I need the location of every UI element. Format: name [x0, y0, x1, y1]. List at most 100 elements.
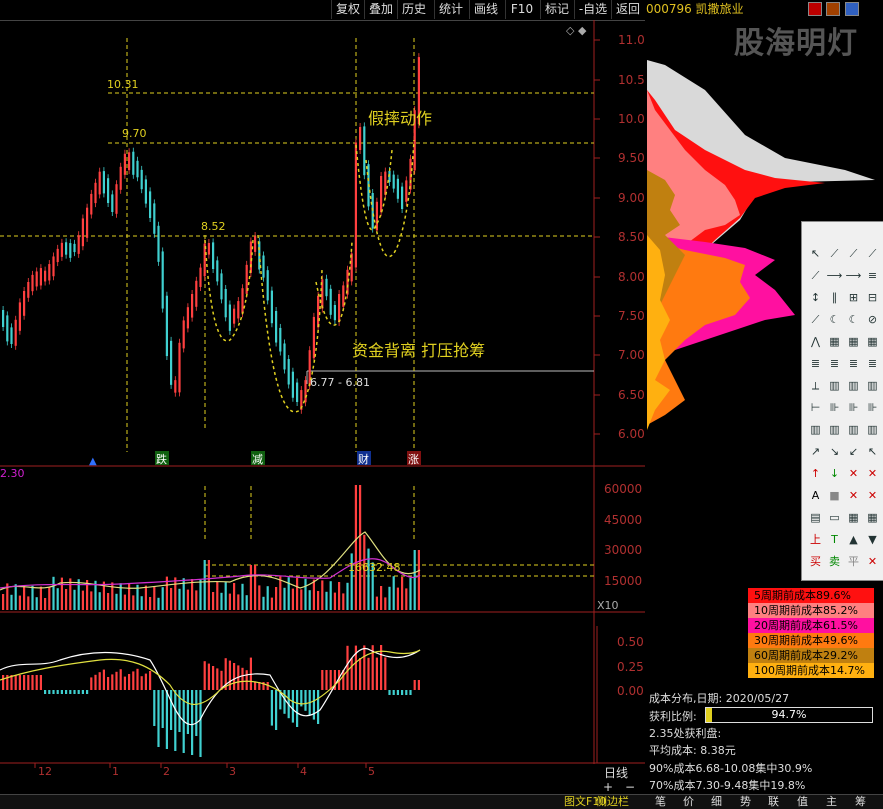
- window-icon-orange[interactable]: [826, 2, 840, 16]
- drawing-tool-icon[interactable]: ⟋: [825, 244, 844, 263]
- drawing-tool-icon[interactable]: ⊘: [863, 310, 882, 329]
- drawing-tool-icon[interactable]: ↖: [863, 442, 882, 461]
- draw-line-button[interactable]: 画线: [469, 0, 502, 19]
- drawing-tool-icon[interactable]: ⊪: [825, 398, 844, 417]
- drawing-tool-icon[interactable]: ▦: [863, 332, 882, 351]
- window-icon-red[interactable]: [808, 2, 822, 16]
- drawing-tool-icon[interactable]: ✕: [863, 552, 882, 571]
- drawing-tool-icon[interactable]: ↗: [806, 442, 825, 461]
- drawing-tool-icon[interactable]: ∥: [825, 288, 844, 307]
- drawing-tool-icon[interactable]: 买: [806, 552, 825, 571]
- remove-watchlist-button[interactable]: -自选: [574, 0, 611, 19]
- tab-bi[interactable]: 笔: [655, 796, 666, 808]
- macd-bar: [140, 676, 143, 690]
- drawing-tool-icon[interactable]: ↘: [825, 442, 844, 461]
- fuquan-button[interactable]: 复权: [331, 0, 364, 19]
- drawing-tool-icon[interactable]: ▦: [844, 508, 863, 527]
- drawing-tool-icon[interactable]: ■: [825, 486, 844, 505]
- drawing-tool-icon[interactable]: 上: [806, 530, 825, 549]
- drawing-tool-icon[interactable]: 卖: [825, 552, 844, 571]
- drawing-tool-icon[interactable]: ▥: [863, 376, 882, 395]
- zoom-in-button[interactable]: +: [603, 780, 613, 794]
- f10-button[interactable]: F10: [505, 0, 538, 19]
- drawing-tool-icon[interactable]: ✕: [863, 486, 882, 505]
- drawing-tool-icon[interactable]: ▲: [844, 530, 863, 549]
- cost-legend-row: 20周期前成本61.5%: [748, 618, 874, 633]
- drawing-tool-icon[interactable]: ⟋: [806, 310, 825, 329]
- drawing-tool-palette[interactable]: ↖ ⟋ ⟋ ⟋ ⟋ ⟶ ⟶ ≡ ↕ ∥ ⊞ ⊟ ⟋ ☾ ☾ ⊘ ⋀ ▦ ▦ ▦ ≣ ≣ ≣ ≣ ⟂ ▥ ▥ ▥ ⊢ ⊪ ⊪ ⊪ ▥ ▥ ▥ ▥ ↗ ↘ ↙ ↖…: [801, 221, 883, 581]
- macd-bar: [409, 690, 412, 695]
- mark-button[interactable]: 标记: [540, 0, 573, 19]
- drawing-tool-icon[interactable]: ⟶: [825, 266, 844, 285]
- drawing-tool-icon[interactable]: A: [806, 486, 825, 505]
- event-die: 跌: [156, 452, 167, 466]
- zoom-out-button[interactable]: −: [625, 780, 635, 794]
- tab-zhi[interactable]: 值: [797, 796, 808, 808]
- drawing-tool-icon[interactable]: ▥: [806, 420, 825, 439]
- stock-title: 000796 凯撒旅业: [646, 2, 744, 16]
- tab-shi[interactable]: 势: [740, 796, 751, 808]
- volume-bar: [270, 597, 273, 610]
- drawing-tool-icon[interactable]: ↓: [825, 464, 844, 483]
- macd-bar: [94, 674, 97, 690]
- window-icon-blue[interactable]: [845, 2, 859, 16]
- drawing-tool-icon[interactable]: ≣: [825, 354, 844, 373]
- drawing-tool-icon[interactable]: T: [825, 530, 844, 549]
- drawing-tool-icon[interactable]: ⟋: [844, 244, 863, 263]
- drawing-tool-icon[interactable]: ⊟: [863, 288, 882, 307]
- drawing-tool-icon[interactable]: ↑: [806, 464, 825, 483]
- drawing-tool-icon[interactable]: ▤: [806, 508, 825, 527]
- drawing-tool-icon[interactable]: ✕: [844, 464, 863, 483]
- tab-zhu[interactable]: 主: [826, 796, 837, 808]
- drawing-tool-icon[interactable]: ▥: [825, 376, 844, 395]
- kline-chart[interactable]: 11.00 10.50 10.00 9.50 9.00 8.50 8.00 7.…: [0, 20, 645, 776]
- macd-bar: [241, 667, 244, 690]
- overlay-button[interactable]: 叠加: [364, 0, 397, 19]
- stats-button[interactable]: 统计: [434, 0, 467, 19]
- drawing-tool-icon[interactable]: ↕: [806, 288, 825, 307]
- drawing-tool-icon[interactable]: ⟂: [806, 376, 825, 395]
- drawing-tool-icon[interactable]: ≣: [863, 354, 882, 373]
- price-tick: 11.00: [618, 33, 645, 47]
- drawing-tool-icon[interactable]: ≡: [863, 266, 882, 285]
- drawing-tool-icon[interactable]: ↖: [806, 244, 825, 263]
- drawing-tool-icon[interactable]: ▦: [825, 332, 844, 351]
- drawing-tool-icon[interactable]: ⟋: [863, 244, 882, 263]
- macd-bar: [367, 657, 370, 690]
- volume-bar: [56, 588, 59, 610]
- drawing-tool-icon[interactable]: ⟶: [844, 266, 863, 285]
- drawing-tool-icon[interactable]: ⋀: [806, 332, 825, 351]
- tab-lian[interactable]: 联: [768, 796, 779, 808]
- drawing-tool-icon[interactable]: ▦: [844, 332, 863, 351]
- drawing-tool-icon[interactable]: ☾: [844, 310, 863, 329]
- drawing-tool-icon[interactable]: ⊢: [806, 398, 825, 417]
- drawing-tool-icon[interactable]: ▼: [863, 530, 882, 549]
- history-button[interactable]: 历史: [397, 0, 430, 19]
- macd-axis: 0.50 0.25 0.00: [617, 635, 644, 698]
- drawing-tool-icon[interactable]: ▥: [844, 376, 863, 395]
- tab-xi[interactable]: 细: [711, 796, 722, 808]
- drawing-tool-icon[interactable]: ☾: [825, 310, 844, 329]
- drawing-tool-icon[interactable]: ⟋: [806, 266, 825, 285]
- volume-bar: [401, 577, 404, 610]
- tab-chou[interactable]: 筹: [855, 796, 866, 808]
- drawing-tool-icon[interactable]: ✕: [863, 464, 882, 483]
- drawing-tool-icon[interactable]: ⊪: [844, 398, 863, 417]
- drawing-tool-icon[interactable]: ▥: [844, 420, 863, 439]
- drawing-tool-icon[interactable]: ↙: [844, 442, 863, 461]
- drawing-tool-icon[interactable]: ▭: [825, 508, 844, 527]
- period-label[interactable]: 日线: [604, 764, 628, 781]
- drawing-tool-icon[interactable]: ≣: [806, 354, 825, 373]
- drawing-tool-icon[interactable]: ≣: [844, 354, 863, 373]
- macd-bar: [81, 690, 84, 694]
- drawing-tool-icon[interactable]: 平: [844, 552, 863, 571]
- back-button[interactable]: 返回: [611, 0, 644, 19]
- tab-jia[interactable]: 价: [683, 796, 694, 808]
- drawing-tool-icon[interactable]: ⊞: [844, 288, 863, 307]
- drawing-tool-icon[interactable]: ▥: [825, 420, 844, 439]
- drawing-tool-icon[interactable]: ✕: [844, 486, 863, 505]
- tab-sidebar[interactable]: 侧边栏: [596, 796, 629, 808]
- drawing-tool-icon[interactable]: ⊪: [863, 398, 882, 417]
- drawing-tool-icon[interactable]: ▦: [863, 508, 882, 527]
- drawing-tool-icon[interactable]: ▥: [863, 420, 882, 439]
